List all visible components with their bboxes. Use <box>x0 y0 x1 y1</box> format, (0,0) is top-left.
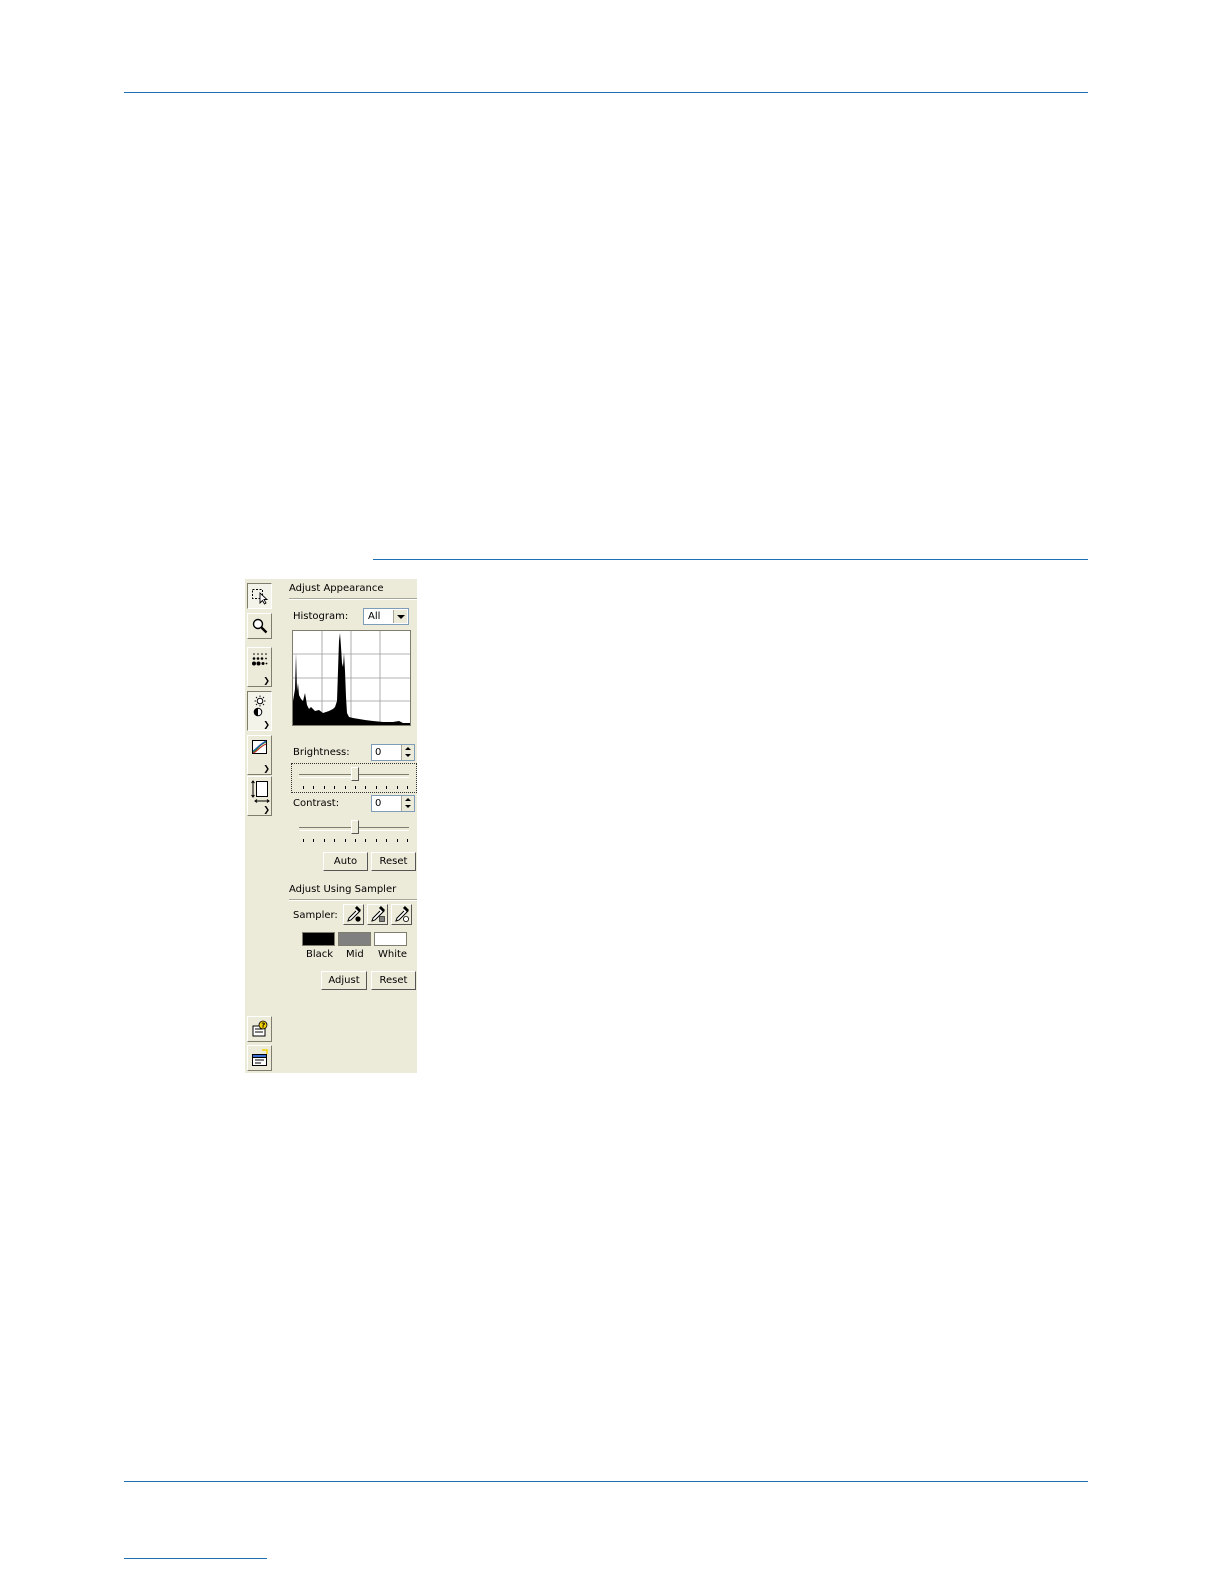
tool-strip: ❯ ❯ ❯ ❯ ? <box>245 579 275 1073</box>
black-point-swatch <box>302 932 335 946</box>
halftone-button[interactable]: ❯ <box>247 647 272 687</box>
color-curves-icon <box>252 740 267 754</box>
histogram-label: Histogram: <box>293 611 349 622</box>
sampler-label: Sampler: <box>293 910 338 921</box>
reset-sampler-button[interactable]: Reset <box>371 971 416 990</box>
scanner-adjust-panel: ❯ ❯ ❯ ❯ ? Adjust Appearance Histogram: A… <box>245 579 417 1073</box>
footnote-rule <box>124 1558 267 1559</box>
brightness-slider[interactable] <box>291 763 417 793</box>
adjust-using-sampler-title: Adjust Using Sampler <box>289 884 397 895</box>
eyedropper-white-icon <box>395 906 409 922</box>
contrast-spinner[interactable]: 0 <box>371 795 415 812</box>
halftone-icon <box>252 653 268 666</box>
black-sampler-button[interactable] <box>343 904 364 925</box>
section-divider <box>289 598 417 600</box>
zoom-icon <box>252 618 268 634</box>
help-icon: ? <box>252 1020 268 1037</box>
spinner-arrows-icon[interactable] <box>401 745 414 760</box>
help-button[interactable]: ? <box>247 1016 272 1042</box>
spinner-arrows-icon[interactable] <box>401 796 414 811</box>
color-curves-button[interactable]: ❯ <box>247 735 272 775</box>
black-swatch-label: Black <box>306 949 334 960</box>
mid-sampler-button[interactable] <box>367 904 388 925</box>
chevron-down-icon <box>393 610 407 623</box>
adjust-button[interactable]: Adjust <box>321 971 367 990</box>
white-point-swatch <box>374 932 407 946</box>
mid-swatch-label: Mid <box>346 949 364 960</box>
flyout-arrow-icon: ❯ <box>263 676 270 685</box>
histogram-channel-select[interactable]: All <box>363 608 409 625</box>
settings-button[interactable] <box>247 1045 272 1071</box>
page-size-button[interactable]: ❯ <box>247 776 272 816</box>
contrast-value: 0 <box>375 798 382 809</box>
flyout-arrow-icon: ❯ <box>263 764 270 773</box>
eyedropper-mid-icon <box>371 906 385 922</box>
white-sampler-button[interactable] <box>391 904 412 925</box>
settings-icon <box>252 1049 268 1066</box>
brightness-label: Brightness: <box>293 747 350 758</box>
brightness-value: 0 <box>375 747 382 758</box>
histogram-channel-value: All <box>368 611 381 622</box>
contrast-slider[interactable] <box>293 818 415 844</box>
svg-text:?: ? <box>261 1022 265 1030</box>
flyout-arrow-icon: ❯ <box>263 720 270 729</box>
select-region-button[interactable] <box>247 583 272 609</box>
brightness-contrast-icon <box>253 695 266 717</box>
adjust-appearance-title: Adjust Appearance <box>289 583 384 594</box>
flyout-arrow-icon: ❯ <box>263 805 270 814</box>
section-rule <box>373 559 1088 560</box>
zoom-button[interactable] <box>247 613 272 639</box>
white-swatch-label: White <box>378 949 408 960</box>
contrast-slider-thumb[interactable] <box>351 820 359 834</box>
histogram-graph <box>292 630 411 726</box>
mid-point-swatch <box>338 932 371 946</box>
section-divider <box>289 899 417 901</box>
reset-appearance-button[interactable]: Reset <box>371 852 416 871</box>
eyedropper-black-icon <box>347 906 361 922</box>
auto-button[interactable]: Auto <box>323 852 368 871</box>
page-size-icon <box>251 780 270 803</box>
header-rule <box>124 92 1088 93</box>
brightness-contrast-button[interactable]: ❯ <box>247 691 272 731</box>
select-region-icon <box>252 589 269 605</box>
brightness-spinner[interactable]: 0 <box>371 744 415 761</box>
brightness-slider-thumb[interactable] <box>351 767 359 781</box>
footer-rule <box>124 1481 1088 1482</box>
contrast-label: Contrast: <box>293 798 340 809</box>
